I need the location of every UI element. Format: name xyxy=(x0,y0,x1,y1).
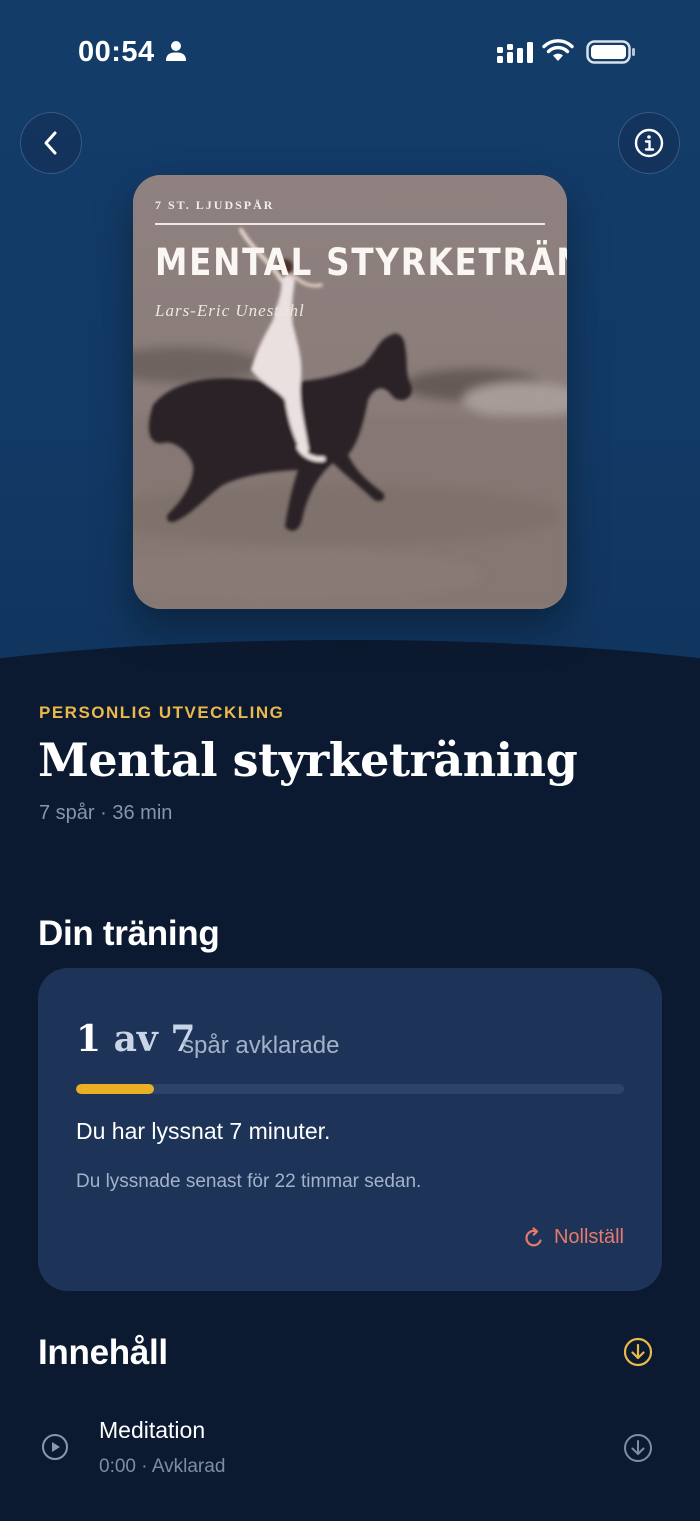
progress-suffix: spår avklarade xyxy=(182,1032,340,1059)
track-title: Meditation xyxy=(99,1417,206,1443)
signal-icon xyxy=(497,42,533,63)
completed-count: 1 xyxy=(76,1018,102,1060)
cover-tracks-label: 7 ST. LJUDSPÅR xyxy=(155,198,275,212)
play-icon[interactable] xyxy=(41,1433,69,1461)
info-button[interactable] xyxy=(618,112,680,174)
progress-bar xyxy=(76,1084,624,1094)
back-button[interactable] xyxy=(20,112,82,174)
chevron-left-icon xyxy=(44,131,57,155)
info-icon xyxy=(634,128,664,158)
track-meta: 0:00 · Avklarad xyxy=(99,1456,226,1477)
reset-icon xyxy=(525,1226,542,1246)
album-cover: 7 ST. LJUDSPÅR MENTAL STYRKETRÄNING Lars… xyxy=(133,175,567,609)
reset-label: Nollställ xyxy=(553,1226,624,1248)
reset-button[interactable]: Nollställ xyxy=(523,1226,624,1249)
of-word: av xyxy=(113,1018,158,1060)
status-time: 00:54 xyxy=(78,36,155,68)
category-label: PERSONLIG UTVECKLING xyxy=(39,703,285,722)
download-all-icon[interactable] xyxy=(623,1337,653,1367)
cover-divider xyxy=(155,223,545,225)
page-title: Mental styrketräning xyxy=(38,733,578,787)
cover-author: Lars-Eric Uneståhl xyxy=(155,301,305,320)
progress-count: 1 av 7 xyxy=(76,1018,195,1060)
contents-heading: Innehåll xyxy=(38,1333,168,1372)
training-progress-card: 1 av 7 spår avklarade Du har lyssnat 7 m… xyxy=(38,968,662,1291)
progress-bar-fill xyxy=(76,1084,155,1094)
hero-curve xyxy=(0,640,700,700)
cover-title: MENTAL STYRKETRÄNING xyxy=(155,241,567,284)
track-row[interactable]: Meditation 0:00 · Avklarad xyxy=(0,1405,700,1495)
status-bar: 00:54 xyxy=(0,30,700,74)
training-heading: Din träning xyxy=(38,914,220,953)
person-icon xyxy=(166,41,186,61)
program-meta: 7 spår · 36 min xyxy=(39,802,173,824)
download-icon[interactable] xyxy=(623,1433,653,1463)
wifi-icon xyxy=(542,39,574,61)
last-listened-text: Du lyssnade senast för 22 timmar sedan. xyxy=(76,1171,422,1192)
listened-text: Du har lyssnat 7 minuter. xyxy=(76,1118,331,1144)
battery-icon xyxy=(586,40,635,64)
